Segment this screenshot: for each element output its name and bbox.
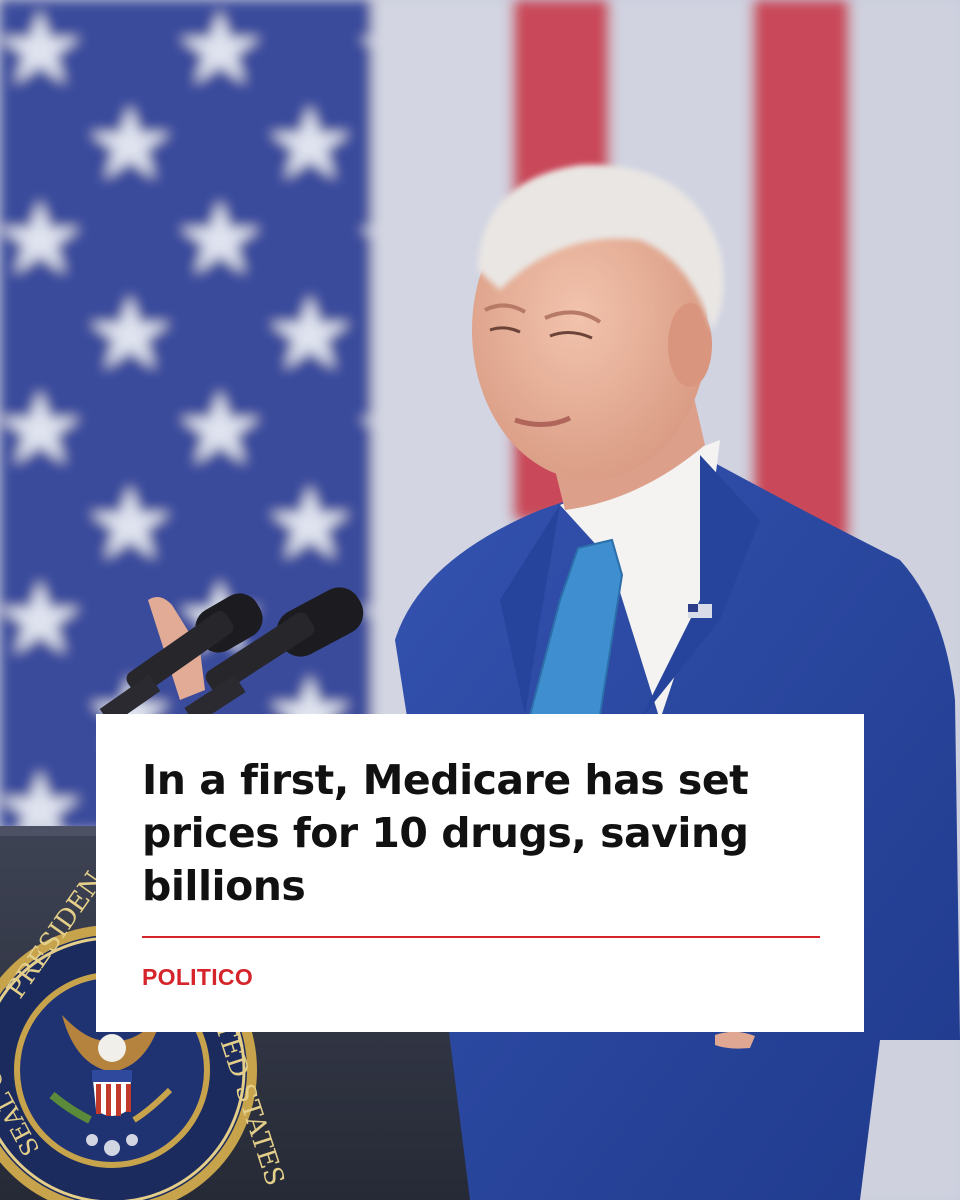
divider xyxy=(142,936,820,938)
headline: In a first, Medicare has set prices for … xyxy=(142,756,749,910)
headline-card: In a first, Medicare has set prices for … xyxy=(96,714,864,1032)
source-label: POLITICO xyxy=(142,964,254,990)
